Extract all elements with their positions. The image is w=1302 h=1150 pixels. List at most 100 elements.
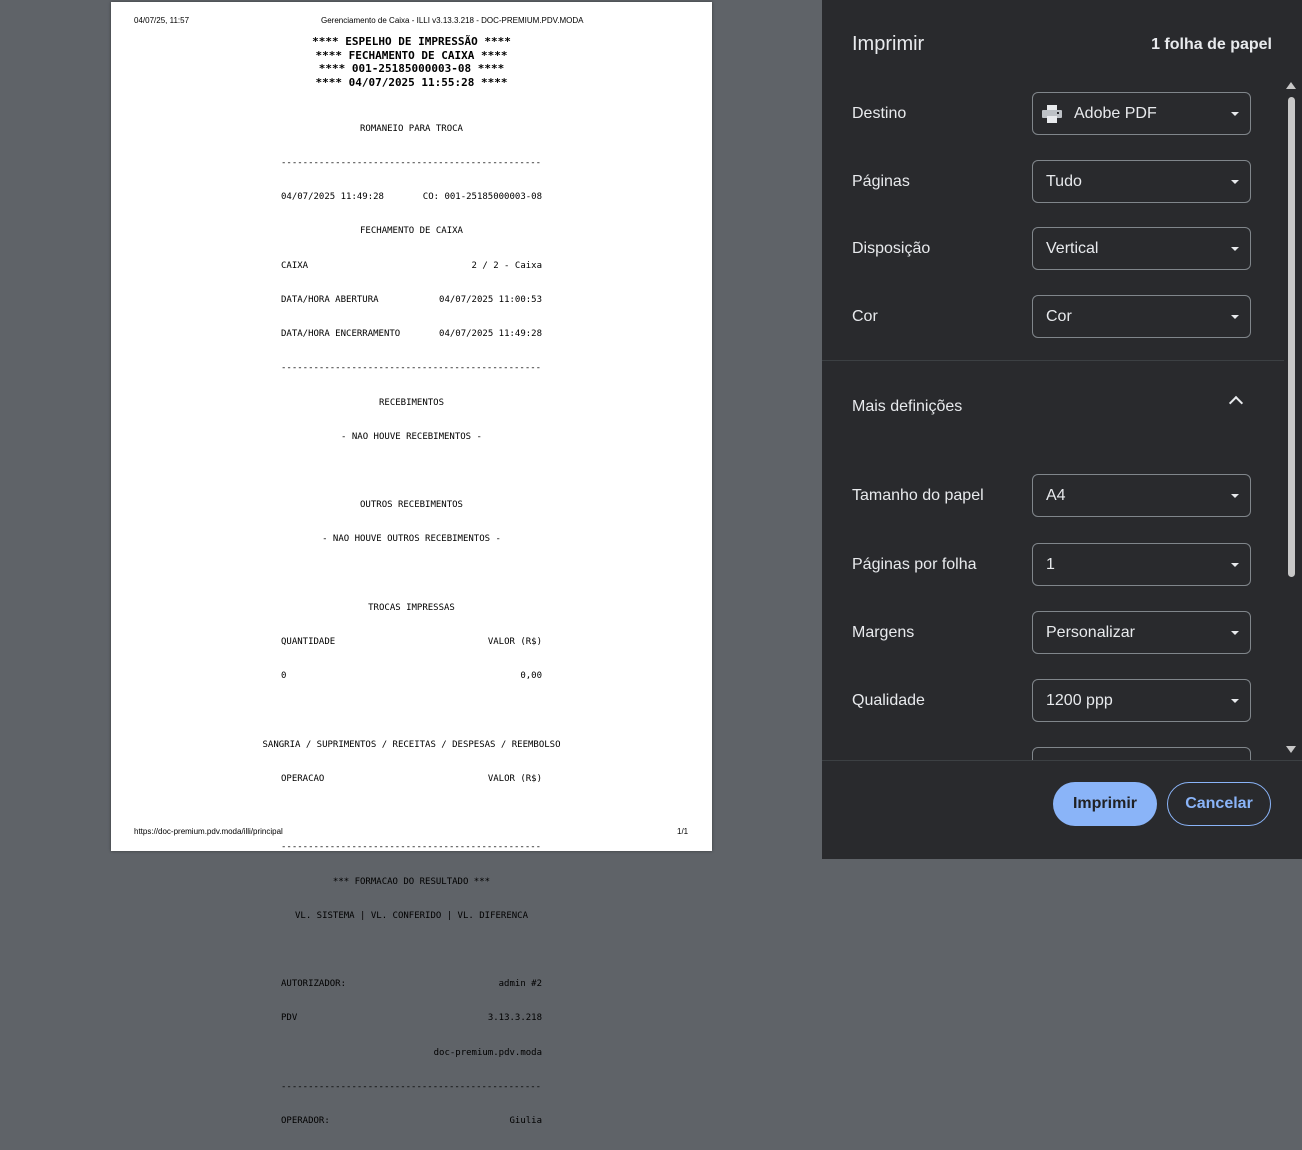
receipt-abertura-value: 04/07/2025 11:00:53 <box>439 294 542 305</box>
chevron-down-icon <box>1231 112 1239 116</box>
receipt-separator: ----------------------------------------… <box>281 363 542 374</box>
pages-per-sheet-value: 1 <box>1046 556 1055 573</box>
chevron-down-icon <box>1231 494 1239 498</box>
chevron-down-icon <box>1231 631 1239 635</box>
page-footer-url: https://doc-premium.pdv.moda/illi/princi… <box>134 827 283 836</box>
section-divider <box>822 360 1284 361</box>
receipt-caixa-row: CAIXA 2 / 2 - Caixa <box>281 261 542 272</box>
receipt-abertura-row: DATA/HORA ABERTURA 04/07/2025 11:00:53 <box>281 295 542 306</box>
receipt-valor-value: 0,00 <box>520 671 542 682</box>
more-settings-toggle[interactable]: Mais definições <box>852 398 962 416</box>
chevron-up-icon[interactable] <box>1228 395 1244 411</box>
receipt-quantidade-label: QUANTIDADE <box>281 637 336 648</box>
destination-select[interactable]: Adobe PDF <box>1032 92 1251 135</box>
margins-value: Personalizar <box>1046 624 1135 641</box>
margins-label: Margens <box>852 624 915 641</box>
receipt-operador-label: OPERADOR: <box>281 1116 330 1127</box>
pages-per-sheet-select[interactable]: 1 <box>1032 543 1251 586</box>
receipt-separator: ----------------------------------------… <box>281 842 542 853</box>
chevron-down-icon <box>1231 563 1239 567</box>
pages-select[interactable]: Tudo <box>1032 160 1251 203</box>
color-value: Cor <box>1046 308 1072 325</box>
paper-size-select[interactable]: A4 <box>1032 474 1251 517</box>
receipt-abertura-label: DATA/HORA ABERTURA <box>281 294 379 305</box>
page-header-datetime: 04/07/25, 11:57 <box>134 16 190 25</box>
receipt-sangria: SANGRIA / SUPRIMENTOS / RECEITAS / DESPE… <box>262 739 561 750</box>
scroll-up-icon[interactable] <box>1286 82 1296 89</box>
receipt-autorizador-label: AUTORIZADOR: <box>281 979 347 990</box>
receipt-outros: OUTROS RECEBIMENTOS <box>360 500 463 511</box>
receipt-trocas-values: 0 0,00 <box>281 671 542 682</box>
receipt-title-line: **** FECHAMENTO DE CAIXA **** <box>315 48 508 62</box>
pages-value: Tudo <box>1046 173 1082 190</box>
destination-value: Adobe PDF <box>1074 105 1157 122</box>
receipt-quantidade-value: 0 <box>281 671 287 682</box>
color-label: Cor <box>852 308 878 325</box>
receipt-operador-row: OPERADOR: Giulia <box>281 1116 542 1127</box>
destination-label: Destino <box>852 105 907 122</box>
receipt-separator: ----------------------------------------… <box>281 158 542 169</box>
chevron-down-icon <box>1231 315 1239 319</box>
print-button[interactable]: Imprimir <box>1053 782 1157 826</box>
receipt-autorizador-row: AUTORIZADOR: admin #2 <box>281 979 542 990</box>
receipt-separator: ----------------------------------------… <box>281 1081 542 1092</box>
receipt-recebimentos: RECEBIMENTOS <box>378 397 445 408</box>
receipt-operacao-label: OPERACAO <box>281 773 325 784</box>
paper-size-label: Tamanho do papel <box>852 487 984 504</box>
receipt-nao-recebimentos: - NAO HOUVE RECEBIMENTOS - <box>341 431 482 442</box>
paper-size-value: A4 <box>1046 487 1066 504</box>
layout-value: Vertical <box>1046 240 1099 257</box>
chevron-down-icon <box>1231 247 1239 251</box>
receipt-formacao: *** FORMACAO DO RESULTADO *** <box>332 876 491 887</box>
receipt-body: ROMANEIO PARA TROCA --------------------… <box>262 101 560 1150</box>
receipt-title-line: **** 001-25185000003-08 **** <box>318 62 505 75</box>
receipt-caixa-value: 2 / 2 - Caixa <box>471 260 542 271</box>
receipt-title-block: **** ESPELHO DE IMPRESSÃO **** **** FECH… <box>111 35 712 89</box>
scrollbar-thumb[interactable] <box>1288 97 1295 577</box>
receipt-encerramento-value: 04/07/2025 11:49:28 <box>439 329 542 340</box>
margins-select[interactable]: Personalizar <box>1032 611 1251 654</box>
receipt-operador-value: Giulia <box>509 1116 542 1127</box>
quality-select[interactable]: 1200 ppp <box>1032 679 1251 722</box>
print-title: Imprimir <box>852 33 925 55</box>
receipt-datetime-row: 04/07/2025 11:49:28 CO: 001-25185000003-0… <box>281 192 542 203</box>
receipt-pdv-value: 3.13.3.218 <box>487 1013 542 1024</box>
receipt-nao-outros: - NAO HOUVE OUTROS RECEBIMENTOS - <box>322 534 501 545</box>
receipt-valor-label: VALOR (R$) <box>487 637 542 648</box>
page-header-title: Gerenciamento de Caixa - ILLI v3.13.3.21… <box>321 16 584 25</box>
receipt-pdv-row: PDV 3.13.3.218 <box>281 1013 542 1024</box>
receipt-datetime: 04/07/2025 11:49:28 <box>281 192 384 203</box>
print-settings-panel: Imprimir 1 folha de papel Destino Adobe … <box>822 0 1302 859</box>
pages-per-sheet-label: Páginas por folha <box>852 556 977 573</box>
layout-label: Disposição <box>852 240 931 257</box>
chevron-down-icon <box>1231 180 1239 184</box>
receipt-trocas: TROCAS IMPRESSAS <box>368 602 455 613</box>
receipt-fechamento: FECHAMENTO DE CAIXA <box>360 226 463 237</box>
receipt-trocas-header: QUANTIDADE VALOR (R$) <box>281 637 542 648</box>
receipt-caixa-label: CAIXA <box>281 260 309 271</box>
receipt-pdv-label: PDV <box>281 1013 298 1024</box>
receipt-vl-line: VL. SISTEMA | VL. CONFERIDO | VL. DIFERE… <box>295 910 528 921</box>
sheet-count: 1 folha de papel <box>1151 36 1272 53</box>
receipt-title-line: **** 04/07/2025 11:55:28 **** <box>315 75 508 89</box>
color-select[interactable]: Cor <box>1032 295 1251 338</box>
scroll-down-icon[interactable] <box>1286 746 1296 753</box>
receipt-co: CO: 001-25185000003-08 <box>422 192 542 203</box>
pages-label: Páginas <box>852 173 910 190</box>
receipt-operacao-valor-label: VALOR (R$) <box>487 773 542 784</box>
printer-icon <box>1041 104 1063 129</box>
quality-value: 1200 ppp <box>1046 692 1113 709</box>
receipt-encerramento-row: DATA/HORA ENCERRAMENTO 04/07/2025 11:49:2… <box>281 329 542 340</box>
receipt-encerramento-label: DATA/HORA ENCERRAMENTO <box>281 329 401 340</box>
receipt-title-line: **** ESPELHO DE IMPRESSÃO **** <box>312 35 511 48</box>
layout-select[interactable]: Vertical <box>1032 227 1251 270</box>
preview-page: 04/07/25, 11:57 Gerenciamento de Caixa -… <box>111 2 712 1126</box>
cancel-button[interactable]: Cancelar <box>1167 782 1271 826</box>
receipt-autorizador-value: admin #2 <box>498 979 542 990</box>
quality-label: Qualidade <box>852 692 925 709</box>
page-footer-number: 1/1 <box>677 827 689 836</box>
receipt-romaneio: ROMANEIO PARA TROCA <box>360 123 463 134</box>
print-preview-area: 04/07/25, 11:57 Gerenciamento de Caixa -… <box>0 0 822 1126</box>
receipt-pdv-host: doc-premium.pdv.moda <box>433 1047 542 1058</box>
chevron-down-icon <box>1231 699 1239 703</box>
